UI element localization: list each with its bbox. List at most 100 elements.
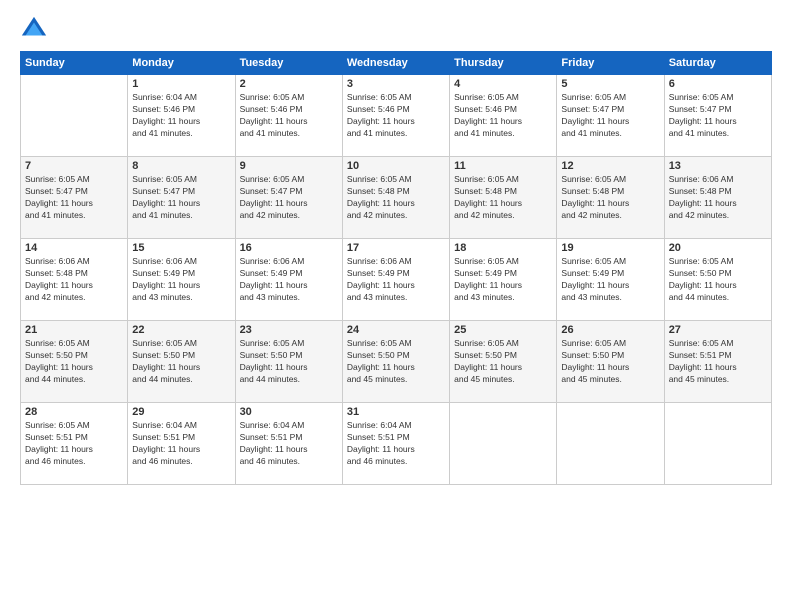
calendar-cell: 11 Sunrise: 6:05 AM Sunset: 5:48 PM Dayli…	[450, 157, 557, 239]
calendar-week-3: 21 Sunrise: 6:05 AM Sunset: 5:50 PM Dayli…	[21, 321, 772, 403]
day-info: Sunrise: 6:05 AM Sunset: 5:46 PM Dayligh…	[240, 92, 338, 140]
day-number: 21	[25, 324, 123, 336]
calendar-cell: 28Sunrise: 6:05 AM Sunset: 5:51 PM Dayli…	[21, 403, 128, 485]
day-info: Sunrise: 6:06 AM Sunset: 5:48 PM Dayligh…	[25, 256, 123, 304]
calendar-cell: 4 Sunrise: 6:05 AM Sunset: 5:46 PM Daylig…	[450, 75, 557, 157]
calendar-cell: 12 Sunrise: 6:05 AM Sunset: 5:48 PM Dayli…	[557, 157, 664, 239]
calendar-cell: 3Sunrise: 6:05 AM Sunset: 5:46 PM Daylig…	[342, 75, 449, 157]
day-number: 2	[240, 78, 338, 90]
day-info: Sunrise: 6:05 AM Sunset: 5:50 PM Dayligh…	[132, 338, 230, 386]
calendar-cell: 17Sunrise: 6:06 AM Sunset: 5:49 PM Dayli…	[342, 239, 449, 321]
calendar-cell: 25 Sunrise: 6:05 AM Sunset: 5:50 PM Dayli…	[450, 321, 557, 403]
day-info: Sunrise: 6:06 AM Sunset: 5:48 PM Dayligh…	[669, 174, 767, 222]
calendar-cell: 26Sunrise: 6:05 AM Sunset: 5:50 PM Dayli…	[557, 321, 664, 403]
calendar-header-saturday: Saturday	[664, 52, 771, 75]
calendar-cell: 22 Sunrise: 6:05 AM Sunset: 5:50 PM Dayli…	[128, 321, 235, 403]
day-number: 5	[561, 78, 659, 90]
day-info: Sunrise: 6:05 AM Sunset: 5:46 PM Dayligh…	[454, 92, 552, 140]
day-number: 29	[132, 406, 230, 418]
calendar-cell: 30Sunrise: 6:04 AM Sunset: 5:51 PM Dayli…	[235, 403, 342, 485]
calendar: SundayMondayTuesdayWednesdayThursdayFrid…	[20, 51, 772, 485]
calendar-header-monday: Monday	[128, 52, 235, 75]
calendar-cell: 2 Sunrise: 6:05 AM Sunset: 5:46 PM Daylig…	[235, 75, 342, 157]
calendar-cell	[21, 75, 128, 157]
calendar-cell: 20Sunrise: 6:05 AM Sunset: 5:50 PM Dayli…	[664, 239, 771, 321]
day-info: Sunrise: 6:05 AM Sunset: 5:48 PM Dayligh…	[561, 174, 659, 222]
calendar-cell: 8 Sunrise: 6:05 AM Sunset: 5:47 PM Daylig…	[128, 157, 235, 239]
calendar-cell: 6 Sunrise: 6:05 AM Sunset: 5:47 PM Daylig…	[664, 75, 771, 157]
page: SundayMondayTuesdayWednesdayThursdayFrid…	[0, 0, 792, 612]
day-info: Sunrise: 6:06 AM Sunset: 5:49 PM Dayligh…	[240, 256, 338, 304]
calendar-cell: 31 Sunrise: 6:04 AM Sunset: 5:51 PM Dayli…	[342, 403, 449, 485]
calendar-cell: 24 Sunrise: 6:05 AM Sunset: 5:50 PM Dayli…	[342, 321, 449, 403]
day-number: 18	[454, 242, 552, 254]
calendar-cell: 14 Sunrise: 6:06 AM Sunset: 5:48 PM Dayli…	[21, 239, 128, 321]
calendar-header-tuesday: Tuesday	[235, 52, 342, 75]
day-number: 6	[669, 78, 767, 90]
day-number: 27	[669, 324, 767, 336]
calendar-header-friday: Friday	[557, 52, 664, 75]
day-number: 22	[132, 324, 230, 336]
day-info: Sunrise: 6:05 AM Sunset: 5:50 PM Dayligh…	[454, 338, 552, 386]
calendar-week-1: 7 Sunrise: 6:05 AM Sunset: 5:47 PM Daylig…	[21, 157, 772, 239]
calendar-cell: 18 Sunrise: 6:05 AM Sunset: 5:49 PM Dayli…	[450, 239, 557, 321]
day-number: 20	[669, 242, 767, 254]
calendar-cell: 27 Sunrise: 6:05 AM Sunset: 5:51 PM Dayli…	[664, 321, 771, 403]
day-number: 31	[347, 406, 445, 418]
day-number: 25	[454, 324, 552, 336]
logo	[20, 15, 52, 43]
calendar-cell	[450, 403, 557, 485]
day-info: Sunrise: 6:06 AM Sunset: 5:49 PM Dayligh…	[132, 256, 230, 304]
day-info: Sunrise: 6:04 AM Sunset: 5:51 PM Dayligh…	[132, 420, 230, 468]
calendar-cell: 29 Sunrise: 6:04 AM Sunset: 5:51 PM Dayli…	[128, 403, 235, 485]
calendar-header-sunday: Sunday	[21, 52, 128, 75]
day-info: Sunrise: 6:05 AM Sunset: 5:50 PM Dayligh…	[240, 338, 338, 386]
calendar-cell: 15Sunrise: 6:06 AM Sunset: 5:49 PM Dayli…	[128, 239, 235, 321]
day-info: Sunrise: 6:05 AM Sunset: 5:47 PM Dayligh…	[132, 174, 230, 222]
day-number: 12	[561, 160, 659, 172]
calendar-header-row: SundayMondayTuesdayWednesdayThursdayFrid…	[21, 52, 772, 75]
calendar-cell: 10 Sunrise: 6:05 AM Sunset: 5:48 PM Dayli…	[342, 157, 449, 239]
day-number: 10	[347, 160, 445, 172]
day-info: Sunrise: 6:05 AM Sunset: 5:51 PM Dayligh…	[669, 338, 767, 386]
calendar-cell: 1 Sunrise: 6:04 AM Sunset: 5:46 PM Daylig…	[128, 75, 235, 157]
day-info: Sunrise: 6:05 AM Sunset: 5:50 PM Dayligh…	[25, 338, 123, 386]
day-info: Sunrise: 6:05 AM Sunset: 5:47 PM Dayligh…	[240, 174, 338, 222]
day-info: Sunrise: 6:05 AM Sunset: 5:49 PM Dayligh…	[561, 256, 659, 304]
day-number: 4	[454, 78, 552, 90]
calendar-cell: 7 Sunrise: 6:05 AM Sunset: 5:47 PM Daylig…	[21, 157, 128, 239]
day-number: 23	[240, 324, 338, 336]
day-number: 24	[347, 324, 445, 336]
calendar-cell	[664, 403, 771, 485]
day-info: Sunrise: 6:05 AM Sunset: 5:51 PM Dayligh…	[25, 420, 123, 468]
day-number: 1	[132, 78, 230, 90]
day-info: Sunrise: 6:05 AM Sunset: 5:46 PM Dayligh…	[347, 92, 445, 140]
day-number: 13	[669, 160, 767, 172]
day-info: Sunrise: 6:05 AM Sunset: 5:49 PM Dayligh…	[454, 256, 552, 304]
calendar-week-4: 28Sunrise: 6:05 AM Sunset: 5:51 PM Dayli…	[21, 403, 772, 485]
day-info: Sunrise: 6:04 AM Sunset: 5:46 PM Dayligh…	[132, 92, 230, 140]
day-info: Sunrise: 6:04 AM Sunset: 5:51 PM Dayligh…	[347, 420, 445, 468]
day-number: 19	[561, 242, 659, 254]
day-number: 8	[132, 160, 230, 172]
day-info: Sunrise: 6:05 AM Sunset: 5:47 PM Dayligh…	[561, 92, 659, 140]
day-info: Sunrise: 6:05 AM Sunset: 5:50 PM Dayligh…	[347, 338, 445, 386]
calendar-header-thursday: Thursday	[450, 52, 557, 75]
day-info: Sunrise: 6:05 AM Sunset: 5:48 PM Dayligh…	[454, 174, 552, 222]
day-info: Sunrise: 6:05 AM Sunset: 5:47 PM Dayligh…	[25, 174, 123, 222]
day-info: Sunrise: 6:05 AM Sunset: 5:47 PM Dayligh…	[669, 92, 767, 140]
day-info: Sunrise: 6:04 AM Sunset: 5:51 PM Dayligh…	[240, 420, 338, 468]
calendar-week-0: 1 Sunrise: 6:04 AM Sunset: 5:46 PM Daylig…	[21, 75, 772, 157]
calendar-cell: 21 Sunrise: 6:05 AM Sunset: 5:50 PM Dayli…	[21, 321, 128, 403]
day-number: 16	[240, 242, 338, 254]
calendar-cell: 13 Sunrise: 6:06 AM Sunset: 5:48 PM Dayli…	[664, 157, 771, 239]
day-number: 11	[454, 160, 552, 172]
day-info: Sunrise: 6:06 AM Sunset: 5:49 PM Dayligh…	[347, 256, 445, 304]
calendar-week-2: 14 Sunrise: 6:06 AM Sunset: 5:48 PM Dayli…	[21, 239, 772, 321]
day-info: Sunrise: 6:05 AM Sunset: 5:48 PM Dayligh…	[347, 174, 445, 222]
calendar-cell: 23 Sunrise: 6:05 AM Sunset: 5:50 PM Dayli…	[235, 321, 342, 403]
day-number: 7	[25, 160, 123, 172]
calendar-cell: 19 Sunrise: 6:05 AM Sunset: 5:49 PM Dayli…	[557, 239, 664, 321]
day-number: 14	[25, 242, 123, 254]
calendar-cell: 9Sunrise: 6:05 AM Sunset: 5:47 PM Daylig…	[235, 157, 342, 239]
